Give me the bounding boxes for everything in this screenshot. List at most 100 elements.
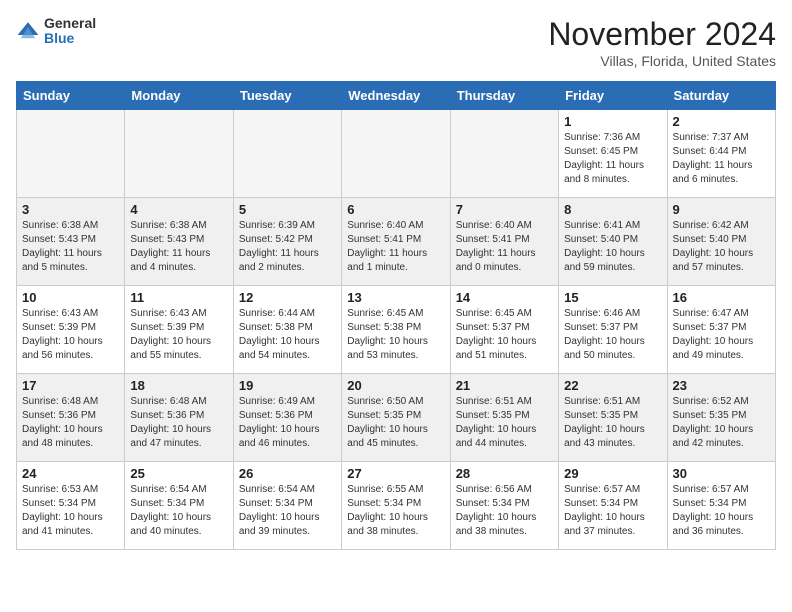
day-number: 1 [564, 114, 661, 129]
day-cell: 6 Sunrise: 6:40 AM Sunset: 5:41 PM Daylig… [342, 198, 450, 286]
day-info: Sunrise: 6:54 AM Sunset: 5:34 PM Dayligh… [239, 483, 336, 539]
header-cell-wednesday: Wednesday [342, 82, 450, 110]
day-cell [342, 110, 450, 198]
day-info: Sunrise: 6:39 AM Sunset: 5:42 PM Dayligh… [239, 219, 336, 275]
day-number: 17 [22, 378, 119, 393]
day-number: 16 [673, 290, 770, 305]
week-row-3: 10 Sunrise: 6:43 AM Sunset: 5:39 PM Dayli… [17, 286, 776, 374]
day-number: 3 [22, 202, 119, 217]
day-cell: 10 Sunrise: 6:43 AM Sunset: 5:39 PM Dayli… [17, 286, 125, 374]
day-number: 11 [130, 290, 227, 305]
logo-blue: Blue [44, 31, 96, 46]
day-number: 2 [673, 114, 770, 129]
day-cell: 16Sunrise: 6:47 AM Sunset: 5:37 PM Dayli… [667, 286, 775, 374]
day-number: 13 [347, 290, 444, 305]
day-cell [125, 110, 233, 198]
week-row-5: 24 Sunrise: 6:53 AM Sunset: 5:34 PM Dayli… [17, 462, 776, 550]
day-cell: 2 Sunrise: 7:37 AM Sunset: 6:44 PM Daylig… [667, 110, 775, 198]
day-number: 14 [456, 290, 553, 305]
day-info: Sunrise: 6:44 AM Sunset: 5:38 PM Dayligh… [239, 307, 336, 363]
day-info: Sunrise: 6:41 AM Sunset: 5:40 PM Dayligh… [564, 219, 661, 275]
day-cell [450, 110, 558, 198]
day-number: 8 [564, 202, 661, 217]
day-info: Sunrise: 6:38 AM Sunset: 5:43 PM Dayligh… [130, 219, 227, 275]
day-info: Sunrise: 6:42 AM Sunset: 5:40 PM Dayligh… [673, 219, 770, 275]
day-info: Sunrise: 6:49 AM Sunset: 5:36 PM Dayligh… [239, 395, 336, 451]
day-info: Sunrise: 6:46 AM Sunset: 5:37 PM Dayligh… [564, 307, 661, 363]
logo-text: General Blue [44, 16, 96, 47]
day-cell: 27 Sunrise: 6:55 AM Sunset: 5:34 PM Dayli… [342, 462, 450, 550]
day-cell: 24 Sunrise: 6:53 AM Sunset: 5:34 PM Dayli… [17, 462, 125, 550]
header-cell-friday: Friday [559, 82, 667, 110]
day-number: 20 [347, 378, 444, 393]
day-number: 28 [456, 466, 553, 481]
day-info: Sunrise: 6:54 AM Sunset: 5:34 PM Dayligh… [130, 483, 227, 539]
week-row-2: 3 Sunrise: 6:38 AM Sunset: 5:43 PM Daylig… [17, 198, 776, 286]
day-number: 9 [673, 202, 770, 217]
day-info: Sunrise: 6:52 AM Sunset: 5:35 PM Dayligh… [673, 395, 770, 451]
day-info: Sunrise: 6:40 AM Sunset: 5:41 PM Dayligh… [347, 219, 444, 275]
day-info: Sunrise: 6:57 AM Sunset: 5:34 PM Dayligh… [564, 483, 661, 539]
day-number: 23 [673, 378, 770, 393]
day-cell: 17 Sunrise: 6:48 AM Sunset: 5:36 PM Dayli… [17, 374, 125, 462]
day-number: 22 [564, 378, 661, 393]
day-info: Sunrise: 6:57 AM Sunset: 5:34 PM Dayligh… [673, 483, 770, 539]
day-cell: 26 Sunrise: 6:54 AM Sunset: 5:34 PM Dayli… [233, 462, 341, 550]
header-cell-monday: Monday [125, 82, 233, 110]
week-row-1: 1Sunrise: 7:36 AM Sunset: 6:45 PM Daylig… [17, 110, 776, 198]
day-cell: 9 Sunrise: 6:42 AM Sunset: 5:40 PM Daylig… [667, 198, 775, 286]
header-cell-saturday: Saturday [667, 82, 775, 110]
day-info: Sunrise: 7:37 AM Sunset: 6:44 PM Dayligh… [673, 131, 770, 187]
day-cell: 11 Sunrise: 6:43 AM Sunset: 5:39 PM Dayli… [125, 286, 233, 374]
day-number: 25 [130, 466, 227, 481]
day-cell: 22 Sunrise: 6:51 AM Sunset: 5:35 PM Dayli… [559, 374, 667, 462]
day-info: Sunrise: 6:50 AM Sunset: 5:35 PM Dayligh… [347, 395, 444, 451]
header-row: SundayMondayTuesdayWednesdayThursdayFrid… [17, 82, 776, 110]
day-cell: 30 Sunrise: 6:57 AM Sunset: 5:34 PM Dayli… [667, 462, 775, 550]
day-info: Sunrise: 6:45 AM Sunset: 5:37 PM Dayligh… [456, 307, 553, 363]
day-info: Sunrise: 6:51 AM Sunset: 5:35 PM Dayligh… [456, 395, 553, 451]
day-cell: 13 Sunrise: 6:45 AM Sunset: 5:38 PM Dayli… [342, 286, 450, 374]
calendar-table: SundayMondayTuesdayWednesdayThursdayFrid… [16, 81, 776, 550]
day-cell: 29 Sunrise: 6:57 AM Sunset: 5:34 PM Dayli… [559, 462, 667, 550]
day-cell [17, 110, 125, 198]
day-info: Sunrise: 6:45 AM Sunset: 5:38 PM Dayligh… [347, 307, 444, 363]
day-cell [233, 110, 341, 198]
day-info: Sunrise: 6:55 AM Sunset: 5:34 PM Dayligh… [347, 483, 444, 539]
day-number: 29 [564, 466, 661, 481]
day-number: 10 [22, 290, 119, 305]
day-number: 6 [347, 202, 444, 217]
day-info: Sunrise: 6:48 AM Sunset: 5:36 PM Dayligh… [22, 395, 119, 451]
day-cell: 15 Sunrise: 6:46 AM Sunset: 5:37 PM Dayli… [559, 286, 667, 374]
month-title: November 2024 [548, 16, 776, 53]
day-cell: 4 Sunrise: 6:38 AM Sunset: 5:43 PM Daylig… [125, 198, 233, 286]
day-info: Sunrise: 6:53 AM Sunset: 5:34 PM Dayligh… [22, 483, 119, 539]
day-info: Sunrise: 6:43 AM Sunset: 5:39 PM Dayligh… [130, 307, 227, 363]
day-info: Sunrise: 6:38 AM Sunset: 5:43 PM Dayligh… [22, 219, 119, 275]
day-info: Sunrise: 6:43 AM Sunset: 5:39 PM Dayligh… [22, 307, 119, 363]
day-cell: 18Sunrise: 6:48 AM Sunset: 5:36 PM Dayli… [125, 374, 233, 462]
day-number: 4 [130, 202, 227, 217]
location: Villas, Florida, United States [548, 53, 776, 69]
week-row-4: 17 Sunrise: 6:48 AM Sunset: 5:36 PM Dayli… [17, 374, 776, 462]
page-header: General Blue November 2024 Villas, Flori… [16, 16, 776, 69]
day-cell: 3 Sunrise: 6:38 AM Sunset: 5:43 PM Daylig… [17, 198, 125, 286]
day-cell: 23 Sunrise: 6:52 AM Sunset: 5:35 PM Dayli… [667, 374, 775, 462]
day-cell: 1Sunrise: 7:36 AM Sunset: 6:45 PM Daylig… [559, 110, 667, 198]
header-cell-sunday: Sunday [17, 82, 125, 110]
day-number: 27 [347, 466, 444, 481]
day-number: 19 [239, 378, 336, 393]
day-number: 30 [673, 466, 770, 481]
day-number: 5 [239, 202, 336, 217]
day-number: 15 [564, 290, 661, 305]
day-number: 26 [239, 466, 336, 481]
logo-general: General [44, 16, 96, 31]
day-number: 21 [456, 378, 553, 393]
header-cell-tuesday: Tuesday [233, 82, 341, 110]
day-number: 24 [22, 466, 119, 481]
logo-icon [16, 19, 40, 43]
day-cell: 28Sunrise: 6:56 AM Sunset: 5:34 PM Dayli… [450, 462, 558, 550]
day-cell: 5 Sunrise: 6:39 AM Sunset: 5:42 PM Daylig… [233, 198, 341, 286]
day-info: Sunrise: 6:51 AM Sunset: 5:35 PM Dayligh… [564, 395, 661, 451]
day-cell: 8 Sunrise: 6:41 AM Sunset: 5:40 PM Daylig… [559, 198, 667, 286]
